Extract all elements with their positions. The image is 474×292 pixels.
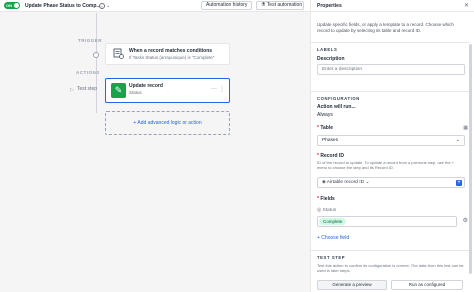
trigger-card-subtitle: If Tasks Status (arrayunique) is "Comple… xyxy=(129,55,215,60)
test-step-help: Test this action to confirm its configur… xyxy=(317,263,464,273)
action-card-update-record[interactable]: ✎ Update record Status ··· ⋮ xyxy=(105,78,230,103)
automation-title[interactable]: Update Phase Status to Comp... xyxy=(25,2,101,10)
configuration-section-title: CONFIGURATION xyxy=(317,96,360,101)
info-icon[interactable]: i xyxy=(99,3,105,9)
divider xyxy=(311,42,469,43)
action-will-run-value[interactable]: Always xyxy=(317,112,333,118)
table-select[interactable]: Phases ⌄ xyxy=(317,135,465,146)
automation-history-button[interactable]: Automation history xyxy=(201,1,252,10)
table-icon[interactable]: ▦ xyxy=(463,125,468,131)
test-step-section-title: TEST STEP xyxy=(317,255,346,260)
panel-scrollbar[interactable] xyxy=(469,44,472,274)
generate-preview-button[interactable]: Generate a preview xyxy=(317,280,387,290)
action-will-run-label: Action will run... xyxy=(317,104,356,110)
flask-icon: ⚗ xyxy=(261,2,266,8)
toggle-label: ON xyxy=(6,3,12,8)
gear-icon[interactable]: ⚙ xyxy=(463,217,468,224)
action-card-title: Update record xyxy=(129,83,163,89)
close-icon[interactable]: ✕ xyxy=(464,2,469,9)
choose-field-button[interactable]: + Choose field xyxy=(317,235,349,241)
trigger-connector-dot xyxy=(93,52,99,58)
status-field-label: ◎ Status xyxy=(317,208,337,213)
toggle-knob xyxy=(14,3,19,8)
record-id-help: ID of the record to update. To update a … xyxy=(317,160,455,170)
record-id-token[interactable]: ◈ Airtable record ID ⌄ xyxy=(322,179,369,187)
play-icon[interactable]: ▷ xyxy=(70,87,74,93)
drag-handle-icon[interactable]: ⋮ xyxy=(219,86,225,93)
labels-section-title: LABELS xyxy=(317,47,338,52)
divider xyxy=(311,250,469,251)
chevron-down-icon[interactable]: ⌄ xyxy=(106,2,110,10)
description-label: Description xyxy=(317,56,345,62)
test-automation-button[interactable]: ⚗ Test automation xyxy=(256,1,304,10)
divider xyxy=(311,91,469,92)
panel-header: Properties ✕ xyxy=(311,0,474,12)
table-select-value: Phases xyxy=(322,138,338,143)
fields-label: * Fields xyxy=(317,196,335,202)
trigger-card-title: When a record matches conditions xyxy=(129,48,213,54)
properties-panel: Properties ✕ Update specific fields, or … xyxy=(310,0,474,292)
actions-section-label: ACTIONS xyxy=(76,70,100,75)
test-automation-label: Test automation xyxy=(266,2,303,8)
automation-toggle[interactable]: ON xyxy=(4,2,20,9)
table-label: * Table xyxy=(317,125,334,131)
panel-title: Properties xyxy=(317,3,342,9)
plus-icon[interactable]: + xyxy=(456,180,462,186)
test-step-link[interactable]: Test step xyxy=(77,86,97,92)
action-card-subtitle: Status xyxy=(129,90,142,95)
add-advanced-logic-button[interactable]: + Add advanced logic or action xyxy=(105,111,230,135)
pencil-icon: ✎ xyxy=(111,83,126,98)
chevron-down-icon: ⌄ xyxy=(455,137,460,143)
more-options-icon[interactable]: ··· xyxy=(211,86,217,92)
description-input[interactable]: Enter a description xyxy=(317,64,465,75)
record-conditions-icon xyxy=(112,48,125,61)
record-id-label: * Record ID xyxy=(317,153,344,159)
trigger-card[interactable]: When a record matches conditions If Task… xyxy=(105,43,230,65)
record-id-input[interactable]: ◈ Airtable record ID ⌄ + xyxy=(317,177,465,188)
flow-connector-line xyxy=(96,13,97,113)
trigger-section-label: TRIGGER xyxy=(78,38,103,43)
status-badge[interactable]: Complete xyxy=(319,218,347,225)
action-description: Update specific fields, or apply a templ… xyxy=(317,22,454,33)
run-as-configured-button[interactable]: Run as configured xyxy=(391,280,463,290)
